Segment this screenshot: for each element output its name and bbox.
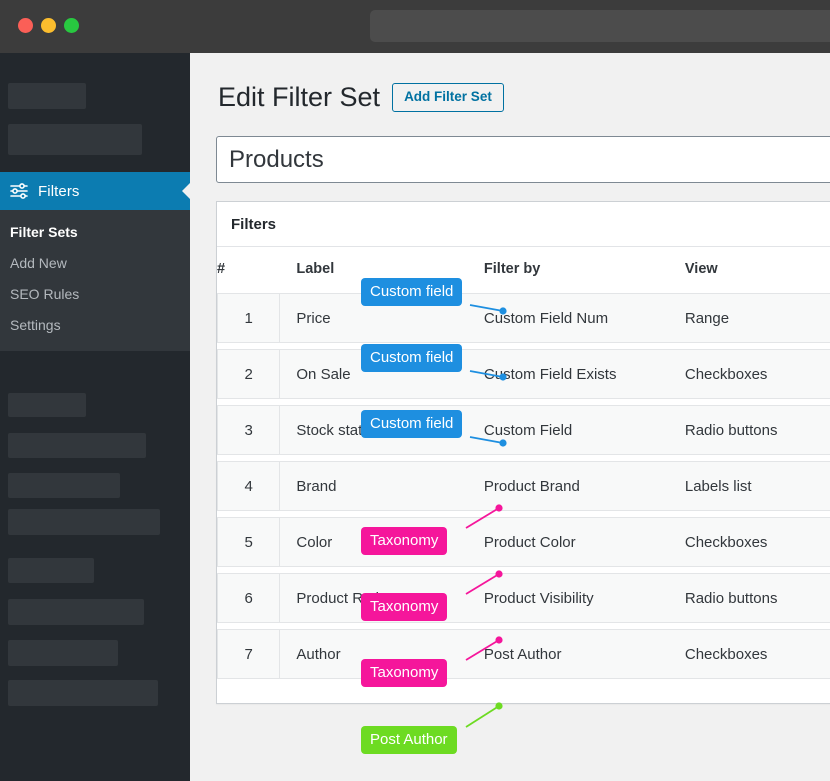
cell-index: 3 [217, 405, 281, 455]
submenu-item-add-new[interactable]: Add New [0, 248, 190, 279]
cell-filter-by: Custom Field [479, 405, 681, 455]
cell-filter-by: Product Color [479, 517, 681, 567]
sidebar-placeholder-block [8, 558, 94, 583]
table-row[interactable]: 1 Price Custom Field Num Range [217, 293, 830, 343]
sidebar-placeholder-block [8, 473, 120, 498]
filters-card: Filters # Label Filter by View 1 Price C… [216, 201, 830, 704]
table-row[interactable]: 6 Product Rating Product Visibility Radio b… [217, 573, 830, 623]
app-root: Filters Filter Sets Add New SEO Rules Setti… [0, 0, 830, 781]
cell-view: Checkboxes [680, 517, 830, 567]
cell-index: 2 [217, 349, 281, 399]
cell-filter-by: Custom Field Num [479, 293, 681, 343]
cell-filter-by: Product Brand [479, 461, 681, 511]
sidebar-placeholder-block [8, 509, 160, 535]
close-window-button[interactable] [18, 18, 33, 33]
submenu-item-seo-rules[interactable]: SEO Rules [0, 279, 190, 310]
browser-chrome-bar [0, 0, 830, 53]
sidebar-placeholder-block [8, 83, 86, 109]
cell-view: Radio buttons [680, 573, 830, 623]
cell-view: Checkboxes [680, 629, 830, 679]
filters-card-header: Filters [217, 202, 830, 247]
window-controls [18, 18, 79, 33]
cell-index: 5 [217, 517, 281, 567]
sidebar-placeholder-block [8, 680, 158, 706]
main-content: Edit Filter Set Add Filter Set Filters #… [190, 53, 830, 781]
cell-label: Stock status [280, 405, 480, 455]
page-title: Edit Filter Set [218, 82, 381, 112]
filters-card-title: Filters [231, 215, 277, 233]
cell-label: Product Rating [280, 573, 480, 623]
cell-view: Checkboxes [680, 349, 830, 399]
submenu-item-settings[interactable]: Settings [0, 310, 190, 341]
column-header-filter-by: Filter by [483, 261, 541, 277]
sidebar-submenu: Filter Sets Add New SEO Rules Settings [0, 210, 190, 351]
zoom-window-button[interactable] [64, 18, 79, 33]
address-bar[interactable] [370, 10, 830, 42]
cell-view: Radio buttons [680, 405, 830, 455]
filters-card-body: # Label Filter by View 1 Price Custom Fiel… [217, 249, 830, 703]
sidebar-placeholder-block [8, 599, 144, 625]
sidebar-item-filters-label: Filters [38, 182, 80, 200]
minimize-window-button[interactable] [41, 18, 56, 33]
cell-label: Author [280, 629, 480, 679]
cell-label: Brand [280, 461, 480, 511]
cell-view: Range [680, 293, 830, 343]
cell-index: 7 [217, 629, 281, 679]
admin-sidebar: Filters Filter Sets Add New SEO Rules Setti… [0, 53, 191, 781]
cell-label: On Sale [280, 349, 480, 399]
filters-table-body: 1 Price Custom Field Num Range 2 On Sale Custo… [217, 293, 830, 679]
cell-filter-by: Post Author [479, 629, 681, 679]
table-row[interactable]: 4 Brand Product Brand Labels list [217, 461, 830, 511]
sidebar-item-filters[interactable]: Filters [0, 172, 191, 210]
submenu-item-filter-sets[interactable]: Filter Sets [0, 217, 190, 248]
sidebar-placeholder-block [8, 640, 118, 666]
add-filter-set-button[interactable]: Add Filter Set [392, 82, 504, 112]
table-row[interactable]: 5 Color Product Color Checkboxes [217, 517, 830, 567]
page-header: Edit Filter Set Add Filter Set [218, 81, 504, 113]
sidebar-placeholder-block [8, 433, 146, 458]
filters-table: # Label Filter by View 1 Price Custom Fiel… [217, 249, 830, 685]
column-header-view: View [684, 261, 718, 277]
column-header-num: # [217, 261, 226, 277]
sidebar-placeholder-block [8, 124, 142, 155]
cell-index: 4 [217, 461, 281, 511]
column-header-label: Label [296, 261, 335, 277]
cell-view: Labels list [680, 461, 830, 511]
cell-filter-by: Custom Field Exists [479, 349, 681, 399]
table-row[interactable]: 3 Stock status Custom Field Radio buttons [217, 405, 830, 455]
table-header-row: # Label Filter by View [217, 255, 830, 287]
table-row[interactable]: 2 On Sale Custom Field Exists Checkboxes [217, 349, 830, 399]
cell-filter-by: Product Visibility [479, 573, 681, 623]
cell-index: 6 [217, 573, 281, 623]
sidebar-placeholder-block [8, 393, 86, 417]
cell-label: Color [280, 517, 480, 567]
filters-table-head: # Label Filter by View [217, 255, 830, 287]
cell-label: Price [280, 293, 480, 343]
filter-set-title-input[interactable] [216, 136, 830, 183]
sliders-icon [8, 180, 30, 202]
table-row[interactable]: 7 Author Post Author Checkboxes [217, 629, 830, 679]
cell-index: 1 [217, 293, 281, 343]
